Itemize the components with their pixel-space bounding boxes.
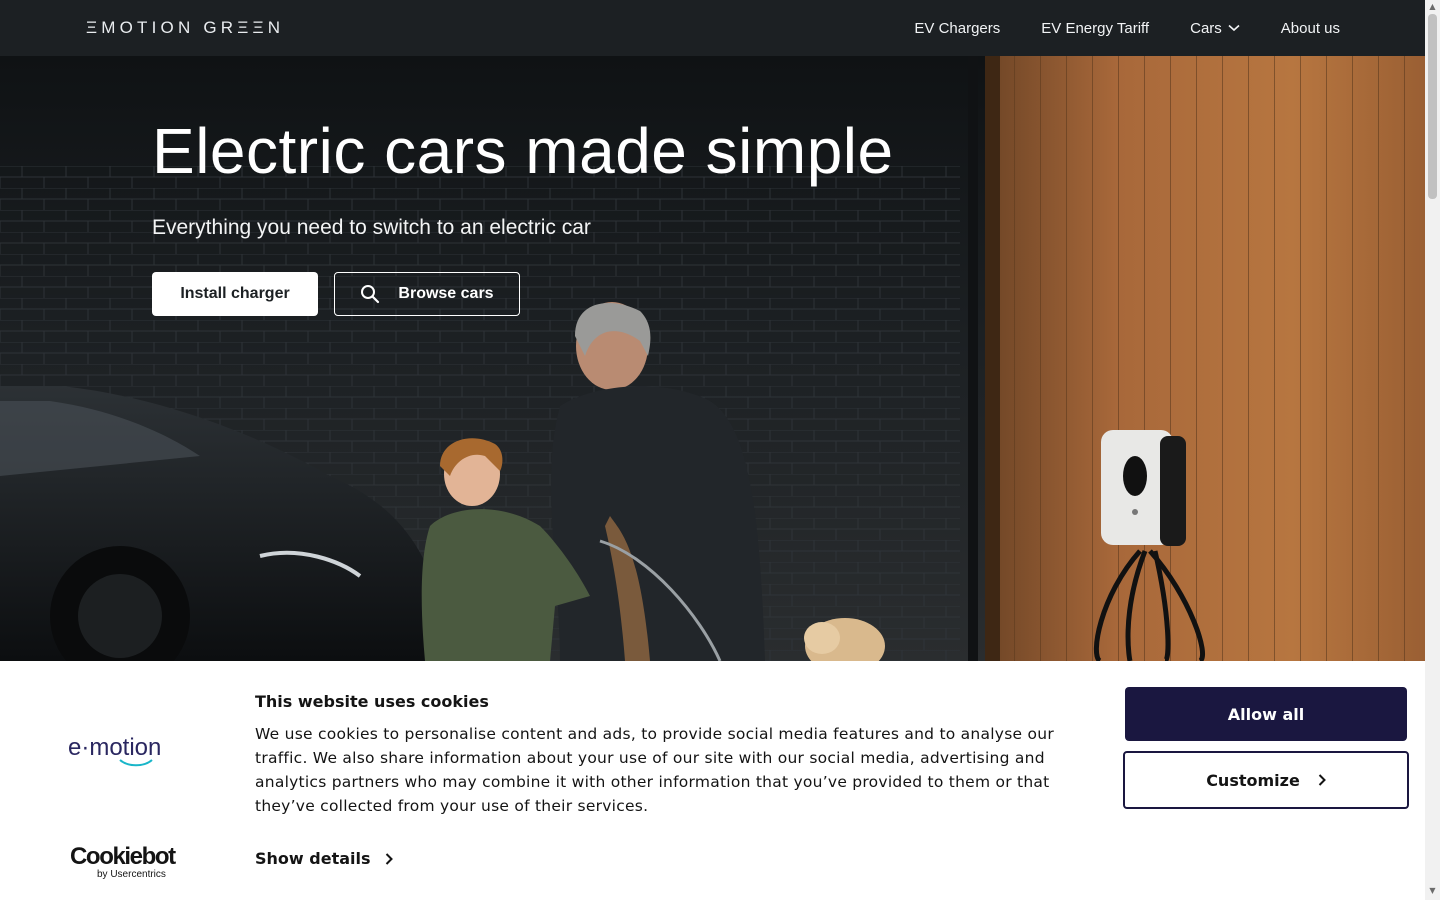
nav-link-label: About us xyxy=(1280,19,1340,37)
cookie-title: This website uses cookies xyxy=(255,692,489,711)
cookie-description: We use cookies to personalise content an… xyxy=(255,725,1054,815)
install-charger-label: Install charger xyxy=(180,285,290,302)
nav-link-label: EV Chargers xyxy=(914,19,1001,37)
allow-all-label: Allow all xyxy=(1227,704,1305,724)
scrollbar-thumb[interactable] xyxy=(1428,14,1437,199)
svg-text:e·motion: e·motion xyxy=(68,734,161,761)
allow-all-button[interactable]: Allow all xyxy=(1125,687,1407,741)
page-scrollbar[interactable]: ▲ ▼ xyxy=(1425,0,1440,900)
browse-cars-button[interactable]: Browse cars xyxy=(334,272,520,316)
search-icon xyxy=(361,285,380,304)
nav-link-about-us[interactable]: About us xyxy=(1281,20,1340,37)
nav-link-ev-energy-tariff[interactable]: EV Energy Tariff xyxy=(1041,20,1149,37)
show-details-link[interactable]: Show details xyxy=(255,849,393,868)
cookiebot-wordmark: Cookiebot xyxy=(70,843,176,870)
cookie-consent-banner: e·motion Cookiebot by Usercentrics This … xyxy=(0,661,1425,900)
chevron-right-icon xyxy=(385,852,393,865)
nav-link-ev-chargers[interactable]: EV Chargers xyxy=(914,20,1000,37)
emotion-brand-logo: e·motion xyxy=(68,734,178,772)
top-navigation: ΞMOTION GRΞΞN EV Chargers EV Energy Tari… xyxy=(0,0,1425,56)
cookiebot-logo: Cookiebot by Usercentrics xyxy=(70,843,176,881)
scroll-up-arrow-icon[interactable]: ▲ xyxy=(1428,2,1437,12)
customize-label: Customize xyxy=(1206,770,1300,790)
site-logo[interactable]: ΞMOTION GRΞΞN xyxy=(86,17,284,39)
customize-button[interactable]: Customize xyxy=(1123,751,1409,809)
nav-links: EV Chargers EV Energy Tariff Cars About … xyxy=(873,0,1340,56)
nav-link-cars[interactable]: Cars xyxy=(1190,20,1240,37)
browse-cars-label: Browse cars xyxy=(398,285,494,302)
show-details-label: Show details xyxy=(255,849,371,868)
hero-title: Electric cars made simple xyxy=(152,115,894,187)
install-charger-button[interactable]: Install charger xyxy=(152,272,318,316)
chevron-right-icon xyxy=(1318,774,1326,786)
cookiebot-subtext: by Usercentrics xyxy=(97,869,166,880)
hero-section: Electric cars made simple Everything you… xyxy=(0,56,1425,661)
chevron-down-icon xyxy=(1228,24,1240,32)
nav-link-label: EV Energy Tariff xyxy=(1041,19,1150,37)
scroll-down-arrow-icon[interactable]: ▼ xyxy=(1428,886,1437,896)
hero-subtitle: Everything you need to switch to an elec… xyxy=(152,216,591,239)
nav-link-label: Cars xyxy=(1190,19,1222,37)
